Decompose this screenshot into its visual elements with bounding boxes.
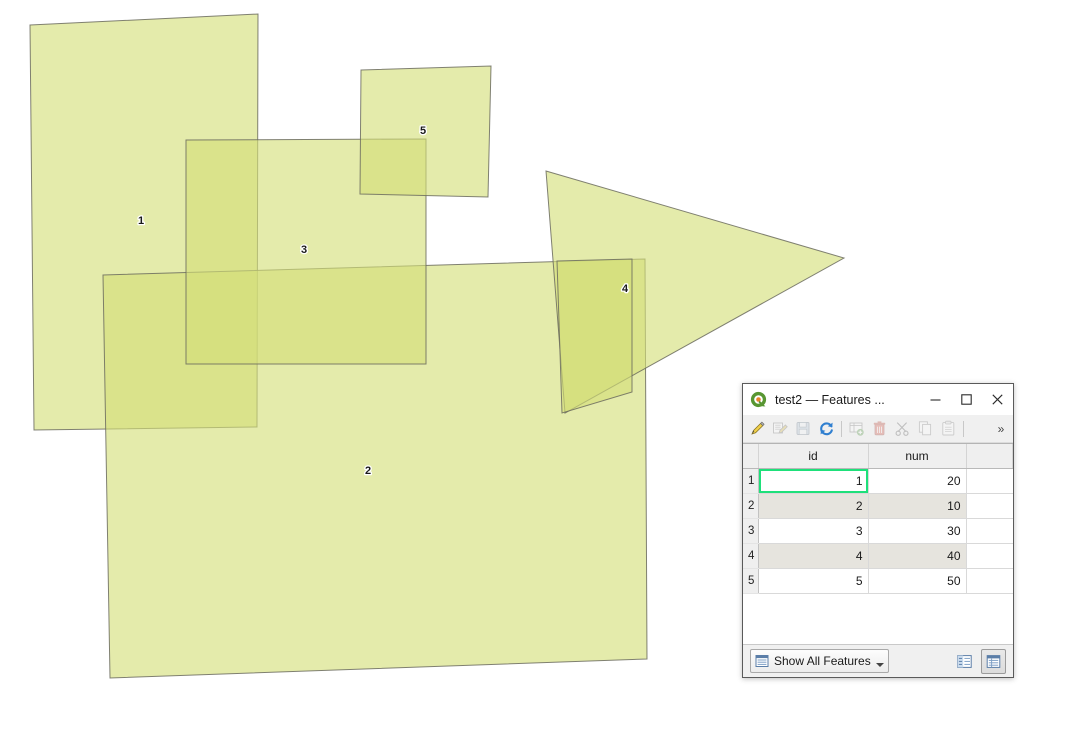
table-cell-num[interactable]: 50 — [868, 568, 967, 594]
table-cell-num[interactable]: 20 — [868, 468, 967, 494]
attribute-table-statusbar[interactable]: Show All Features — [743, 644, 1013, 677]
row-header[interactable]: 1 — [743, 468, 759, 494]
multi-edit-icon — [773, 422, 788, 434]
table-body[interactable]: 1 1 20 2 2 10 3 3 30 4 4 40 5 5 50 — [743, 468, 1013, 594]
column-header-id[interactable]: id — [758, 444, 869, 469]
window-title: test2 — Features ... — [775, 392, 885, 407]
refresh-icon — [820, 422, 833, 436]
table-cell-id[interactable]: 5 — [758, 568, 869, 594]
save-layer-edits-button — [792, 417, 815, 440]
close-button[interactable] — [982, 384, 1013, 415]
table-row[interactable]: 4 4 40 — [743, 543, 1013, 569]
toolbar-overflow-button[interactable]: » — [992, 422, 1010, 436]
toolbar-separator-2 — [963, 420, 964, 437]
table-filter-icon — [755, 655, 769, 667]
attribute-table-toolbar[interactable]: » — [743, 415, 1013, 443]
toolbar-separator — [841, 420, 842, 437]
table-empty-space — [743, 593, 1013, 644]
copy-icon — [918, 421, 932, 436]
table-cell-num[interactable]: 40 — [868, 543, 967, 569]
toggle-editing-button[interactable] — [746, 417, 769, 440]
table-header-row: id num — [743, 444, 1013, 469]
add-record-icon — [849, 422, 864, 436]
table-cell-id[interactable]: 4 — [758, 543, 869, 569]
show-all-features-label: Show All Features — [774, 654, 871, 668]
paste-features-button — [937, 417, 960, 440]
table-header: id num — [743, 444, 1013, 469]
table-row[interactable]: 2 2 10 — [743, 493, 1013, 519]
attribute-table[interactable]: id num 1 1 20 2 2 10 3 3 30 4 4 40 5 5 50 — [743, 444, 1013, 594]
table-cell-filler — [966, 493, 1013, 519]
add-feature-button — [845, 417, 868, 440]
table-view-icon — [986, 654, 1001, 668]
table-cell-num[interactable]: 30 — [868, 518, 967, 544]
feature-label: 2 — [365, 465, 371, 477]
table-cell-filler — [966, 543, 1013, 569]
attribute-table-area[interactable]: id num 1 1 20 2 2 10 3 3 30 4 4 40 5 5 50 — [743, 443, 1013, 644]
delete-selected-button — [868, 417, 891, 440]
column-header-num[interactable]: num — [868, 444, 967, 469]
row-header[interactable]: 4 — [743, 543, 759, 569]
maximize-button[interactable] — [951, 384, 982, 415]
minimize-button[interactable] — [920, 384, 951, 415]
feature-label: 3 — [301, 244, 307, 256]
table-cell-id[interactable]: 3 — [758, 518, 869, 544]
cut-features-button — [891, 417, 914, 440]
form-view-button[interactable] — [952, 649, 977, 674]
column-header-filler — [966, 444, 1013, 469]
show-all-features-button[interactable]: Show All Features — [750, 649, 889, 673]
feature-label: 5 — [420, 125, 426, 137]
table-cell-filler — [966, 468, 1013, 494]
feature-label: 4 — [622, 283, 629, 295]
table-corner-header[interactable] — [743, 444, 759, 469]
trash-icon — [873, 421, 886, 436]
feature-label: 1 — [138, 215, 144, 227]
window-titlebar[interactable]: test2 — Features ... — [743, 384, 1013, 415]
scissors-icon — [895, 422, 909, 436]
table-cell-filler — [966, 518, 1013, 544]
attribute-table-window[interactable]: test2 — Features ... » id num 1 1 20 2 2… — [742, 383, 1014, 678]
table-row[interactable]: 1 1 20 — [743, 468, 1013, 494]
chevron-down-icon[interactable] — [875, 662, 884, 667]
row-header[interactable]: 2 — [743, 493, 759, 519]
form-view-icon — [957, 654, 972, 668]
paste-icon — [942, 420, 955, 436]
table-cell-selected[interactable]: 1 — [758, 468, 869, 494]
table-row[interactable]: 3 3 30 — [743, 518, 1013, 544]
save-edits-button — [769, 417, 792, 440]
window-controls — [920, 384, 1013, 415]
qgis-logo-icon — [750, 391, 767, 408]
pencil-icon — [751, 421, 765, 435]
map-polygon[interactable] — [556, 258, 633, 414]
floppy-disk-icon — [796, 422, 810, 435]
row-header[interactable]: 3 — [743, 518, 759, 544]
table-cell-filler — [966, 568, 1013, 594]
copy-features-button — [914, 417, 937, 440]
table-cell-id[interactable]: 2 — [758, 493, 869, 519]
table-row[interactable]: 5 5 50 — [743, 568, 1013, 594]
table-cell-num[interactable]: 10 — [868, 493, 967, 519]
row-header[interactable]: 5 — [743, 568, 759, 594]
table-view-button[interactable] — [981, 648, 1006, 674]
reload-table-button[interactable] — [815, 417, 838, 440]
